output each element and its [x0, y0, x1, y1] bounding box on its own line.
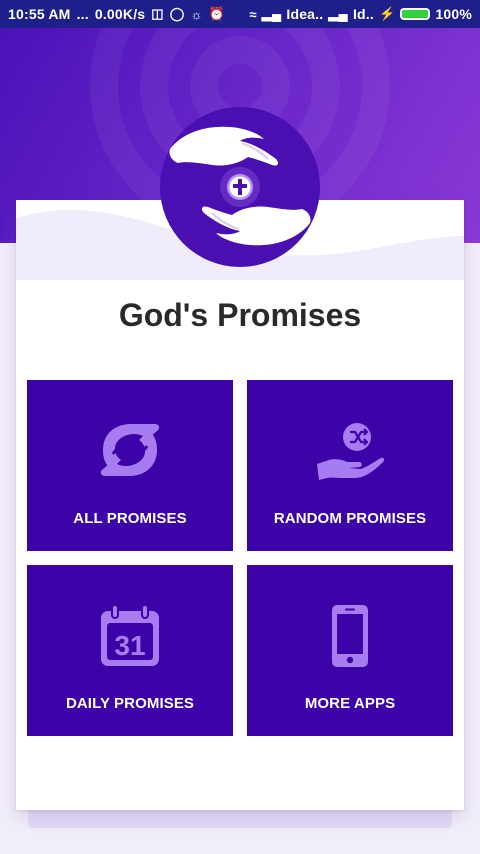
- more-apps-tile[interactable]: MORE APPS: [247, 565, 453, 736]
- random-promises-label: RANDOM PROMISES: [273, 510, 427, 527]
- calendar-icon: 31: [27, 603, 233, 669]
- mute-icon: ☼: [190, 6, 203, 22]
- carrier-2: Id..: [352, 6, 374, 22]
- app-title: God's Promises: [118, 297, 362, 333]
- charging-icon: ⚡: [379, 6, 396, 21]
- status-bar: 10:55 AM ... 0.00K/s ◫ ◯ ☼ ⏰ ≈ ▂▄ Idea..…: [0, 0, 480, 28]
- wifi-icon: ≈: [249, 6, 257, 22]
- sync-icon: ◯: [169, 6, 185, 21]
- calendar-day-text: 31: [114, 630, 145, 661]
- battery-icon: [400, 8, 431, 20]
- daily-promises-tile[interactable]: 31 DAILY PROMISES: [27, 565, 233, 736]
- alarm-icon: ⏰: [208, 6, 226, 21]
- signal-icon: ▂▄: [328, 6, 348, 21]
- praying-hands-icon: [169, 126, 311, 246]
- all-promises-label: ALL PROMISES: [73, 510, 187, 527]
- carrier-1: Idea..: [286, 6, 324, 22]
- app-logo: [160, 107, 320, 267]
- battery-level: 100%: [435, 6, 472, 22]
- status-bar-left: 10:55 AM ... 0.00K/s ◫ ◯ ☼ ⏰: [8, 6, 225, 22]
- random-promises-tile[interactable]: RANDOM PROMISES: [247, 380, 453, 551]
- notification-dots: ...: [76, 6, 89, 22]
- clock: 10:55 AM: [8, 6, 71, 22]
- daily-promises-label: DAILY PROMISES: [65, 695, 195, 712]
- network-speed: 0.00K/s: [94, 6, 146, 22]
- headphones-icon: ◫: [151, 6, 164, 21]
- all-promises-tile[interactable]: ALL PROMISES: [27, 380, 233, 551]
- more-apps-label: MORE APPS: [304, 695, 396, 712]
- shuffle-arrows-icon: [27, 420, 233, 480]
- phone-icon: [247, 603, 453, 669]
- hand-shuffle-icon: [247, 422, 453, 482]
- signal-icon: ▂▄: [261, 6, 282, 21]
- card-shadow: [28, 810, 452, 828]
- status-bar-right: ≈ ▂▄ Idea.. ▂▄ Id.. ⚡ 100%: [249, 6, 472, 22]
